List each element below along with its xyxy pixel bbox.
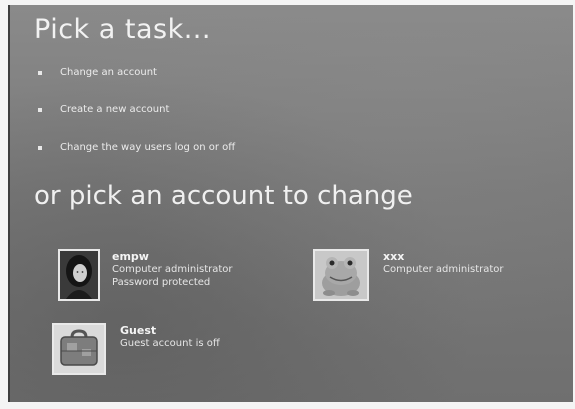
page-title: Pick a task...: [34, 14, 211, 45]
bullet-icon: [38, 145, 42, 150]
bullet-icon: [38, 70, 42, 75]
task-change-logon[interactable]: Change the way users log on or off: [38, 142, 235, 153]
account-status: Guest account is off: [120, 338, 220, 349]
account-status: Password protected: [112, 277, 211, 288]
account-tile-xxx[interactable]: xxx Computer administrator: [313, 249, 504, 301]
account-name: Guest: [120, 324, 157, 337]
accounts-section-title: or pick an account to change: [34, 181, 413, 211]
task-label: Create a new account: [60, 104, 170, 115]
task-change-account[interactable]: Change an account: [38, 67, 157, 78]
task-create-account[interactable]: Create a new account: [38, 104, 169, 115]
suitcase-icon: [52, 323, 106, 375]
account-tile-empw[interactable]: empw Computer administrator Password pro…: [58, 249, 233, 301]
woman-photo-icon: [58, 249, 100, 301]
account-type: Computer administrator: [112, 264, 233, 275]
user-accounts-panel: Pick a task... Change an account Create …: [8, 5, 573, 402]
task-label: Change an account: [60, 67, 157, 78]
bullet-icon: [38, 107, 42, 112]
task-label: Change the way users log on or off: [60, 142, 236, 153]
frog-icon: [313, 249, 369, 301]
account-tile-guest[interactable]: Guest Guest account is off: [52, 323, 220, 375]
account-name: xxx: [383, 250, 405, 263]
account-name: empw: [112, 250, 149, 263]
account-type: Computer administrator: [383, 264, 504, 275]
